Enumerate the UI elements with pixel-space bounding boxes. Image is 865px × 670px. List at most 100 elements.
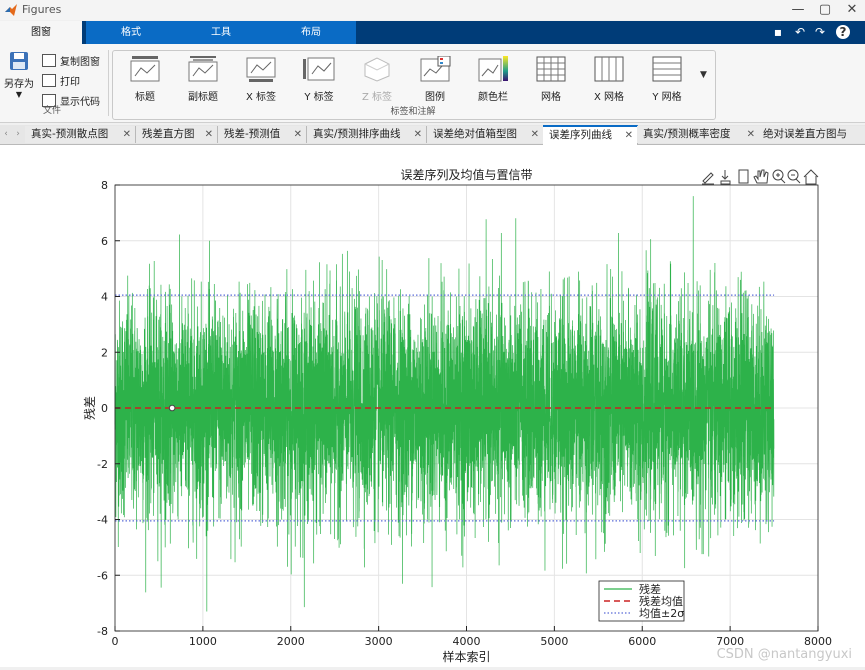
doc-tab-label: 残差-预测值 [224, 128, 281, 140]
print-button[interactable]: 打印 [42, 74, 80, 90]
close-tab-icon[interactable]: ✕ [414, 126, 422, 143]
residual-plot[interactable]: 0 1000 2000 3000 4000 5000 6000 7000 8000-8-6-4-… [0, 145, 865, 667]
save-as-button[interactable]: 另存为 ▼ [2, 50, 36, 106]
minimize-button[interactable]: — [786, 1, 810, 19]
y-grid-icon [652, 56, 682, 82]
y-label-button[interactable]: Y 标签 [291, 53, 347, 103]
close-tab-icon[interactable]: ✕ [625, 127, 633, 144]
tab-scroll-left-icon[interactable]: ‹ [0, 126, 12, 143]
print-label: 打印 [60, 77, 80, 88]
legend-label-residual: 残差 [639, 582, 661, 596]
zoom-out-icon[interactable] [787, 169, 801, 184]
residual-line [114, 196, 775, 612]
title-button-label: 标题 [135, 92, 155, 103]
x-tick-label: 2000 [277, 635, 305, 648]
title-button[interactable]: 标题 [117, 53, 173, 103]
doc-tab-abs-hist[interactable]: 绝对误差直方图与 [757, 126, 865, 143]
redo-icon[interactable]: ↷ [813, 25, 827, 39]
doc-tab-label: 真实/预测概率密度 [643, 128, 731, 140]
z-label-button[interactable]: Z 标签 [349, 53, 405, 103]
help-icon[interactable]: ? [836, 25, 850, 39]
doc-tab-residual-pred[interactable]: 残差-预测值 ✕ [218, 126, 307, 143]
figure-canvas[interactable]: 0 1000 2000 3000 4000 5000 6000 7000 8000 -8 -6 -4-… [0, 145, 865, 667]
legend-button-label: 图例 [425, 92, 445, 103]
y-tick-label: -4 [97, 514, 108, 527]
watermark: CSDN @nantangyuxi [717, 647, 852, 662]
save-as-icon [10, 52, 28, 70]
y-grid-button-label: Y 网格 [652, 92, 682, 103]
x-tick-label: 0 [112, 635, 119, 648]
tab-layout[interactable]: 布局 [266, 21, 356, 44]
doc-tab-abs-boxplot[interactable]: 误差绝对值箱型图 ✕ [427, 126, 544, 143]
z-label-button-label: Z 标签 [361, 92, 393, 103]
ribbon: 另存为 ▼ 复制图窗 打印 显示代码 文件 标题 副标题 X 标签 Y 标签 Z… [0, 44, 865, 123]
undo-icon[interactable]: ↶ [793, 25, 807, 39]
maximize-button[interactable]: ▢ [813, 1, 837, 19]
y-tick-label: -2 [97, 458, 108, 471]
y-tick-label: -8 [97, 625, 108, 638]
tab-tools[interactable]: 工具 [176, 21, 266, 44]
data-tip-marker[interactable] [168, 404, 176, 412]
doc-tab-label: 真实-预测散点图 [31, 128, 109, 140]
export-icon[interactable] [720, 170, 731, 185]
tab-scroll-right-icon[interactable]: › [12, 126, 24, 143]
doc-tab-label: 误差绝对值箱型图 [433, 128, 517, 140]
x-tick-label: 1000 [189, 635, 217, 648]
doc-tab-error-series[interactable]: 误差序列曲线 ✕ [543, 125, 638, 146]
close-tab-icon[interactable]: ✕ [123, 126, 131, 143]
x-grid-button-label: X 网格 [593, 92, 625, 103]
tab-format[interactable]: 格式 [86, 21, 176, 44]
window-titlebar: Figures — ▢ ✕ [0, 0, 865, 20]
x-label-button[interactable]: X 标签 [233, 53, 289, 103]
chevron-down-icon: ▼ [15, 90, 23, 99]
close-window-button[interactable]: ✕ [840, 1, 864, 19]
zoom-in-icon[interactable] [772, 169, 786, 184]
doc-tab-pdf[interactable]: 真实/预测概率密度 ✕ [637, 126, 760, 143]
legend-label-band: 均值±2σ [639, 607, 684, 620]
copy-figure-button[interactable]: 复制图窗 [42, 54, 100, 70]
x-label-icon [246, 57, 276, 82]
subtitle-button-label: 副标题 [188, 92, 218, 103]
colorbar-button[interactable]: 颜色栏 [465, 53, 521, 103]
title-icon [130, 56, 160, 82]
axes-toolbar [702, 169, 819, 185]
close-tab-icon[interactable]: ✕ [205, 126, 213, 143]
x-tick-label: 6000 [628, 635, 656, 648]
doc-tab-label: 残差直方图 [142, 128, 195, 140]
x-grid-button[interactable]: X 网格 [581, 53, 637, 103]
legend-button[interactable]: 图例 [407, 53, 463, 103]
copy-icon [42, 54, 56, 67]
home-icon[interactable] [803, 169, 819, 185]
save-as-label: 另存为 [4, 79, 34, 90]
window-title: Figures [22, 3, 62, 16]
tab-figure[interactable]: 图窗 [0, 21, 82, 44]
brush-icon[interactable] [702, 172, 714, 185]
doc-tab-sorted-curve[interactable]: 真实/预测排序曲线 ✕ [307, 126, 427, 143]
grid-icon [536, 56, 566, 82]
grid-button-label: 网格 [541, 92, 561, 103]
subtitle-button[interactable]: 副标题 [175, 53, 231, 103]
legend-icon [420, 55, 451, 82]
close-tab-icon[interactable]: ✕ [747, 126, 755, 143]
y-tick-label: 0 [101, 402, 108, 415]
close-tab-icon[interactable]: ✕ [531, 126, 539, 143]
ribbon-expand-icon[interactable]: ▼ [700, 70, 707, 80]
x-tick-label: 3000 [365, 635, 393, 648]
doc-tab-label: 真实/预测排序曲线 [313, 128, 401, 140]
y-tick-label: 2 [101, 346, 108, 359]
datatip-icon[interactable] [738, 169, 749, 184]
y-grid-button[interactable]: Y 网格 [639, 53, 695, 103]
annotation-group-label: 标签和注解 [390, 107, 436, 117]
pan-hand-icon[interactable] [753, 169, 769, 184]
x-tick-label: 4000 [453, 635, 481, 648]
legend[interactable]: 残差 残差均值 均值±2σ [598, 580, 685, 622]
file-group: 另存为 ▼ 复制图窗 打印 显示代码 文件 [2, 48, 108, 118]
grid-button[interactable]: 网格 [523, 53, 579, 103]
doc-tab-scatter[interactable]: 真实-预测散点图 ✕ [25, 126, 136, 143]
divider [108, 50, 109, 116]
y-label-icon [303, 57, 335, 81]
doc-tab-residual-hist[interactable]: 残差直方图 ✕ [136, 126, 218, 143]
doc-tab-label: 误差序列曲线 [549, 129, 612, 141]
save-quick-icon[interactable]: ▪ [771, 25, 785, 39]
close-tab-icon[interactable]: ✕ [294, 126, 302, 143]
